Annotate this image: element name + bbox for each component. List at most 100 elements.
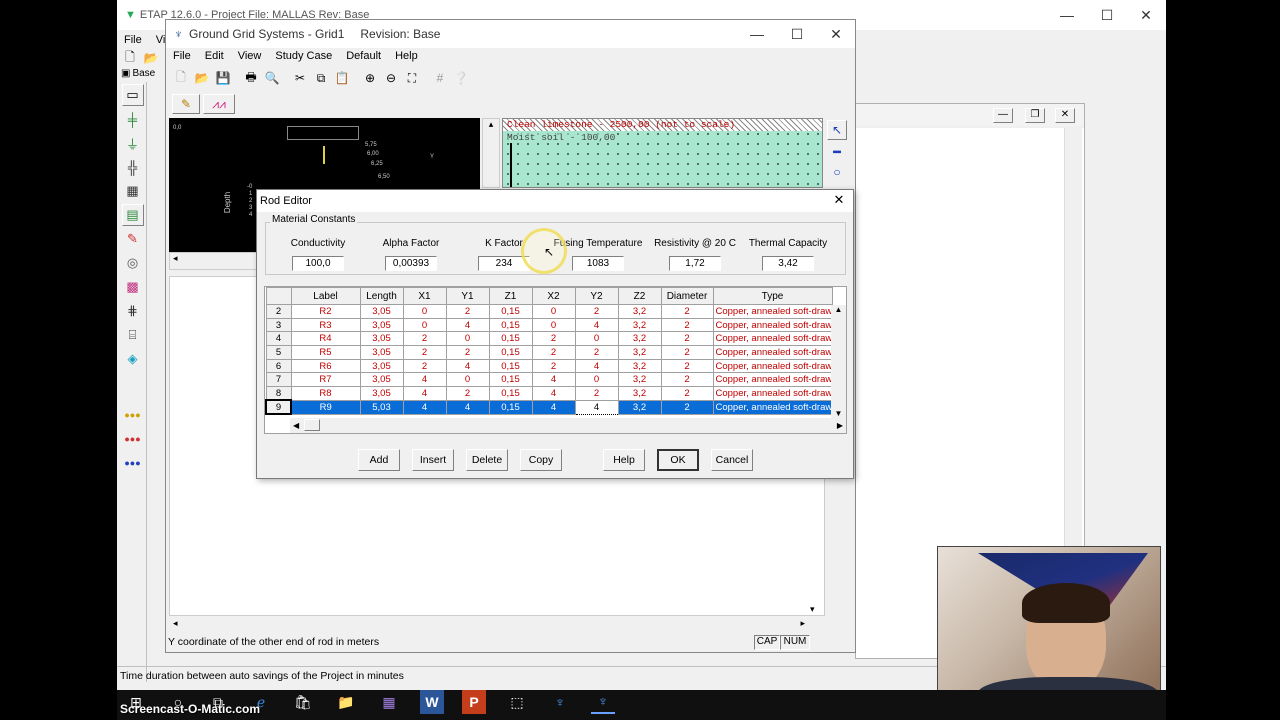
add-button[interactable]: Add <box>358 449 400 471</box>
ggs-menu-view[interactable]: View <box>231 50 269 62</box>
paste-icon[interactable]: 📋 <box>332 68 352 88</box>
bucket-tool-icon[interactable]: ◈ <box>122 348 144 370</box>
cell-label[interactable]: R4 <box>290 331 361 347</box>
cell-x2[interactable]: 2 <box>531 358 576 374</box>
cell-y1[interactable]: 2 <box>445 304 490 319</box>
thermal-capacity-field[interactable]: 3,42 <box>762 256 814 271</box>
ggs-menu-default[interactable]: Default <box>339 50 388 62</box>
cell-z1[interactable]: 0,15 <box>488 372 533 388</box>
cell-diameter[interactable]: 2 <box>660 399 714 415</box>
brush-tool-icon[interactable]: ✎ <box>122 228 144 250</box>
resistivity-field[interactable]: 1,72 <box>669 256 721 271</box>
scroll-right-icon[interactable]: ▸ <box>800 618 805 632</box>
cell-type[interactable]: Copper, annealed soft-drawn <box>712 317 833 333</box>
column-header-x2[interactable]: X2 <box>531 287 576 305</box>
cell-length[interactable]: 3,05 <box>359 304 404 319</box>
chart-tool-icon[interactable]: ▩ <box>122 276 144 298</box>
row-number[interactable]: 2 <box>265 304 292 319</box>
soil-model-panel[interactable]: Clean limestone - 2500,00 (not to scale)… <box>502 118 823 188</box>
horizontal-scroll-thumb[interactable] <box>304 419 320 431</box>
column-header-y2[interactable]: Y2 <box>574 287 619 305</box>
scroll-up-icon[interactable]: ▲ <box>835 305 843 314</box>
cell-z1[interactable]: 0,15 <box>488 358 533 374</box>
device-tool-icon[interactable]: ⌸ <box>122 324 144 346</box>
cell-label[interactable]: R3 <box>290 317 361 333</box>
cell-z1[interactable]: 0,15 <box>488 386 533 401</box>
column-header-z1[interactable]: Z1 <box>488 287 533 305</box>
row-number[interactable]: 9 <box>265 399 292 415</box>
cell-diameter[interactable]: 2 <box>660 304 714 319</box>
print-icon[interactable]: 🖶 <box>241 68 261 88</box>
cell-y2-editing[interactable]: 4 <box>574 399 619 415</box>
rod-editor-title-bar[interactable]: Rod Editor <box>257 190 853 212</box>
wiring-tool-icon[interactable]: ╬ <box>122 156 144 178</box>
cell-type[interactable]: Copper, annealed soft-drawn <box>712 304 833 319</box>
cell-z2[interactable]: 3,2 <box>617 331 662 347</box>
zoom-out-icon[interactable]: ⊖ <box>381 68 401 88</box>
cell-x1[interactable]: 4 <box>402 386 447 401</box>
cell-diameter[interactable]: 2 <box>660 331 714 347</box>
cell-length[interactable]: 3,05 <box>359 386 404 401</box>
cell-y1[interactable]: 2 <box>445 345 490 360</box>
cell-x2[interactable]: 2 <box>531 331 576 347</box>
ggs-menu-help[interactable]: Help <box>388 50 425 62</box>
file-explorer-icon[interactable]: 📁 <box>334 690 358 714</box>
cell-x2[interactable]: 4 <box>531 372 576 388</box>
column-header-x1[interactable]: X1 <box>402 287 447 305</box>
row-number[interactable]: 6 <box>265 358 292 374</box>
cell-type[interactable]: Copper, annealed soft-drawn <box>712 345 833 360</box>
grid-icon[interactable]: # <box>430 68 450 88</box>
cell-x2[interactable]: 0 <box>531 317 576 333</box>
cell-x2[interactable]: 4 <box>531 399 576 415</box>
scroll-right-icon[interactable]: ▶ <box>837 421 843 430</box>
cell-label[interactable]: R8 <box>290 386 361 401</box>
cell-label[interactable]: R2 <box>290 304 361 319</box>
copy-icon[interactable]: ⧉ <box>311 68 331 88</box>
column-header-diameter[interactable]: Diameter <box>660 287 714 305</box>
zoom-fit-icon[interactable]: ⛶ <box>402 68 422 88</box>
cell-label[interactable]: R9 <box>290 399 361 415</box>
column-header-length[interactable]: Length <box>359 287 404 305</box>
zoom-in-icon[interactable]: ⊕ <box>360 68 380 88</box>
etap-close-button[interactable]: ✕ <box>1126 0 1166 30</box>
scroll-left-icon[interactable]: ◂ <box>173 618 178 632</box>
etap-minimize-button[interactable]: — <box>1047 0 1087 30</box>
table-row[interactable]: 4 R4 3,05 2 0 0,15 2 0 3,2 2 Copper, annealed soft… <box>265 331 833 347</box>
blue-dots-icon[interactable]: ●●● <box>122 452 144 474</box>
store-icon[interactable]: 🛍 <box>291 690 315 714</box>
help-button[interactable]: Help <box>603 449 645 471</box>
child-restore-button[interactable]: ❐ <box>1025 108 1045 123</box>
table-horizontal-scrollbar[interactable]: ◀ ▶ <box>290 418 846 433</box>
child-minimize-button[interactable]: — <box>993 108 1013 123</box>
ggs-menu-study-case[interactable]: Study Case <box>268 50 339 62</box>
cancel-button[interactable]: Cancel <box>711 449 753 471</box>
ggs-menu-file[interactable]: File <box>166 50 198 62</box>
cell-z1[interactable]: 0,15 <box>488 331 533 347</box>
cell-length[interactable]: 3,05 <box>359 331 404 347</box>
cell-x2[interactable]: 0 <box>531 304 576 319</box>
fusing-temperature-field[interactable]: 1083 <box>572 256 624 271</box>
cell-label[interactable]: R6 <box>290 358 361 374</box>
cell-diameter[interactable]: 2 <box>660 358 714 374</box>
cell-x1[interactable]: 4 <box>402 399 447 415</box>
cell-y1[interactable]: 2 <box>445 386 490 401</box>
table-row[interactable]: 2 R2 3,05 0 2 0,15 0 2 3,2 2 Copper, annealed soft… <box>265 304 833 319</box>
cell-x1[interactable]: 0 <box>402 304 447 319</box>
conductivity-field[interactable]: 100,0 <box>292 256 344 271</box>
cell-x1[interactable]: 2 <box>402 358 447 374</box>
cell-x2[interactable]: 4 <box>531 386 576 401</box>
row-number[interactable]: 5 <box>265 345 292 360</box>
open-folder-icon[interactable]: 📂 <box>192 68 212 88</box>
cell-y2[interactable]: 2 <box>574 386 619 401</box>
cell-type[interactable]: Copper, annealed soft-drawn <box>712 386 833 401</box>
help-icon[interactable]: ❔ <box>451 68 471 88</box>
delete-button[interactable]: Delete <box>466 449 508 471</box>
plot-vertical-scrollbar[interactable]: ▴ <box>482 118 500 188</box>
cell-z2[interactable]: 3,2 <box>617 372 662 388</box>
table-row[interactable]: 5 R5 3,05 2 2 0,15 2 2 3,2 2 Copper, annealed soft… <box>265 345 833 360</box>
alpha-factor-field[interactable]: 0,00393 <box>385 256 437 271</box>
row-number[interactable]: 4 <box>265 331 292 347</box>
cell-length[interactable]: 3,05 <box>359 317 404 333</box>
draw-conductor-icon[interactable]: ━ <box>827 142 847 162</box>
child-title-bar[interactable] <box>856 104 1084 126</box>
